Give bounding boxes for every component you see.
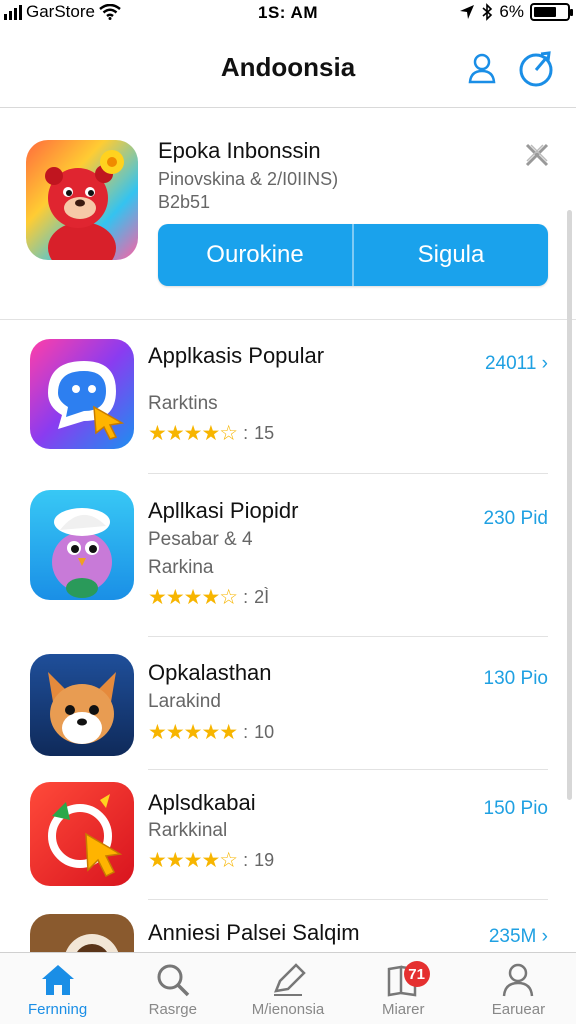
status-right: 6% bbox=[459, 2, 573, 22]
rating-count: 10 bbox=[254, 722, 275, 742]
updates-button[interactable] bbox=[516, 48, 556, 88]
divider bbox=[148, 636, 548, 637]
red-bear-icon bbox=[26, 140, 138, 260]
app-title: Aplsdkabai bbox=[148, 790, 256, 815]
rating-count: 19 bbox=[254, 850, 275, 870]
tab-edit[interactable]: M/ienonsia bbox=[230, 953, 345, 1024]
app-title: Anniesi Palsei Salqim bbox=[148, 920, 360, 945]
list-item[interactable]: Anniesi Palsei Salqim 235M › bbox=[0, 902, 576, 952]
rating-stars: ★★★★★ bbox=[148, 721, 238, 744]
app-category: Rarkina bbox=[148, 557, 214, 578]
app-category: Rarkkinal bbox=[148, 820, 228, 841]
app-category: Larakind bbox=[148, 691, 221, 712]
bird-icon bbox=[30, 490, 134, 600]
app-rating: ★★★★☆ : 2Ì bbox=[148, 585, 269, 610]
app-title: Opkalasthan bbox=[148, 660, 272, 685]
chat-bubble-icon bbox=[30, 339, 134, 449]
featured-app-actions: Ourokine Sigula bbox=[158, 224, 548, 286]
battery-icon bbox=[530, 3, 573, 21]
tab-label: Fernning bbox=[28, 1001, 88, 1018]
price-button[interactable]: 130 Pio bbox=[484, 668, 548, 690]
app-category: Rarktins bbox=[148, 393, 218, 414]
rating-count: 15 bbox=[254, 423, 275, 443]
price-button[interactable]: 235M › bbox=[489, 926, 548, 948]
home-icon bbox=[41, 965, 74, 995]
bluetooth-icon bbox=[482, 3, 493, 21]
close-button[interactable] bbox=[520, 138, 554, 172]
list-item[interactable]: Aplsdkabai Rarkkinal ★★★★☆ : 19 150 Pio bbox=[0, 770, 576, 902]
rating-stars: ★★★★☆ bbox=[148, 586, 238, 609]
tab-home[interactable]: Fernning bbox=[0, 953, 115, 1024]
rating-separator: : bbox=[243, 423, 249, 443]
profile-button[interactable] bbox=[462, 48, 502, 88]
tab-search[interactable]: Rasrge bbox=[115, 953, 230, 1024]
app-subtitle: Pesabar & 4 bbox=[148, 529, 253, 550]
rating-separator: : bbox=[243, 587, 249, 607]
tab-label: Earuear bbox=[491, 1001, 546, 1018]
app-rating: ★★★★☆ : 15 bbox=[148, 421, 274, 446]
rating-separator: : bbox=[243, 850, 249, 870]
status-bar: GarStore 1S: AM 6% bbox=[0, 0, 576, 26]
rating-stars: ★★★★☆ bbox=[148, 849, 238, 872]
download-button[interactable]: Ourokine bbox=[158, 224, 352, 286]
featured-app-subtitle: Pinovskina & 2/I0IINS) bbox=[158, 169, 339, 189]
divider bbox=[148, 473, 548, 474]
app-title: Apllkasi Piopidr bbox=[148, 498, 299, 523]
nav-bar: Andoonsia bbox=[0, 26, 576, 108]
person-icon bbox=[468, 53, 496, 84]
close-icon bbox=[525, 143, 549, 167]
tab-bar: Fernning Rasrge M/ienonsia 71 Miarer Ear… bbox=[0, 952, 576, 1024]
notification-badge: 71 bbox=[403, 961, 430, 987]
app-rating: ★★★★★ : 10 bbox=[148, 720, 274, 745]
edit-icon bbox=[274, 963, 306, 996]
app-rating: ★★★★☆ : 19 bbox=[148, 848, 274, 873]
price-button[interactable]: 150 Pio bbox=[484, 798, 548, 820]
search-icon bbox=[157, 964, 190, 997]
divider bbox=[148, 899, 548, 900]
tab-library[interactable]: 71 Miarer bbox=[346, 953, 461, 1024]
coffee-icon bbox=[30, 914, 134, 952]
clock-arrow-icon bbox=[519, 51, 553, 87]
cursor-circle-icon bbox=[30, 782, 134, 886]
fox-icon bbox=[30, 654, 134, 756]
person-icon bbox=[503, 963, 534, 997]
tab-profile[interactable]: Earuear bbox=[461, 953, 576, 1024]
featured-app-icon bbox=[26, 140, 138, 260]
tab-label: M/ienonsia bbox=[251, 1001, 325, 1018]
scrollbar[interactable] bbox=[567, 210, 572, 800]
price-button[interactable]: 230 Pid bbox=[484, 508, 548, 530]
list-item[interactable]: Apllkasi Piopidr Pesabar & 4 Rarkina ★★★… bbox=[0, 476, 576, 638]
app-title: Applkasis Popular bbox=[148, 343, 325, 368]
rating-separator: : bbox=[243, 722, 249, 742]
rating-stars: ★★★★☆ bbox=[148, 422, 238, 445]
featured-app-title: Epoka Inbonssin bbox=[158, 138, 321, 163]
list-item[interactable]: Applkasis Popular Rarktins ★★★★☆ : 15 24… bbox=[0, 321, 576, 476]
battery-percent: 6% bbox=[499, 2, 524, 21]
open-button[interactable]: Sigula bbox=[354, 224, 548, 286]
location-icon bbox=[460, 5, 475, 19]
price-button[interactable]: 24011 › bbox=[485, 353, 548, 375]
featured-app-meta: B2b51 bbox=[158, 192, 211, 212]
tab-label: Miarer bbox=[381, 1001, 425, 1018]
featured-app-card[interactable]: Epoka Inbonssin Pinovskina & 2/I0IINS) B… bbox=[0, 108, 576, 320]
rating-count: 2Ì bbox=[254, 587, 270, 607]
tab-label: Rasrge bbox=[148, 1001, 197, 1018]
list-item[interactable]: Opkalasthan Larakind ★★★★★ : 10 130 Pio bbox=[0, 638, 576, 770]
